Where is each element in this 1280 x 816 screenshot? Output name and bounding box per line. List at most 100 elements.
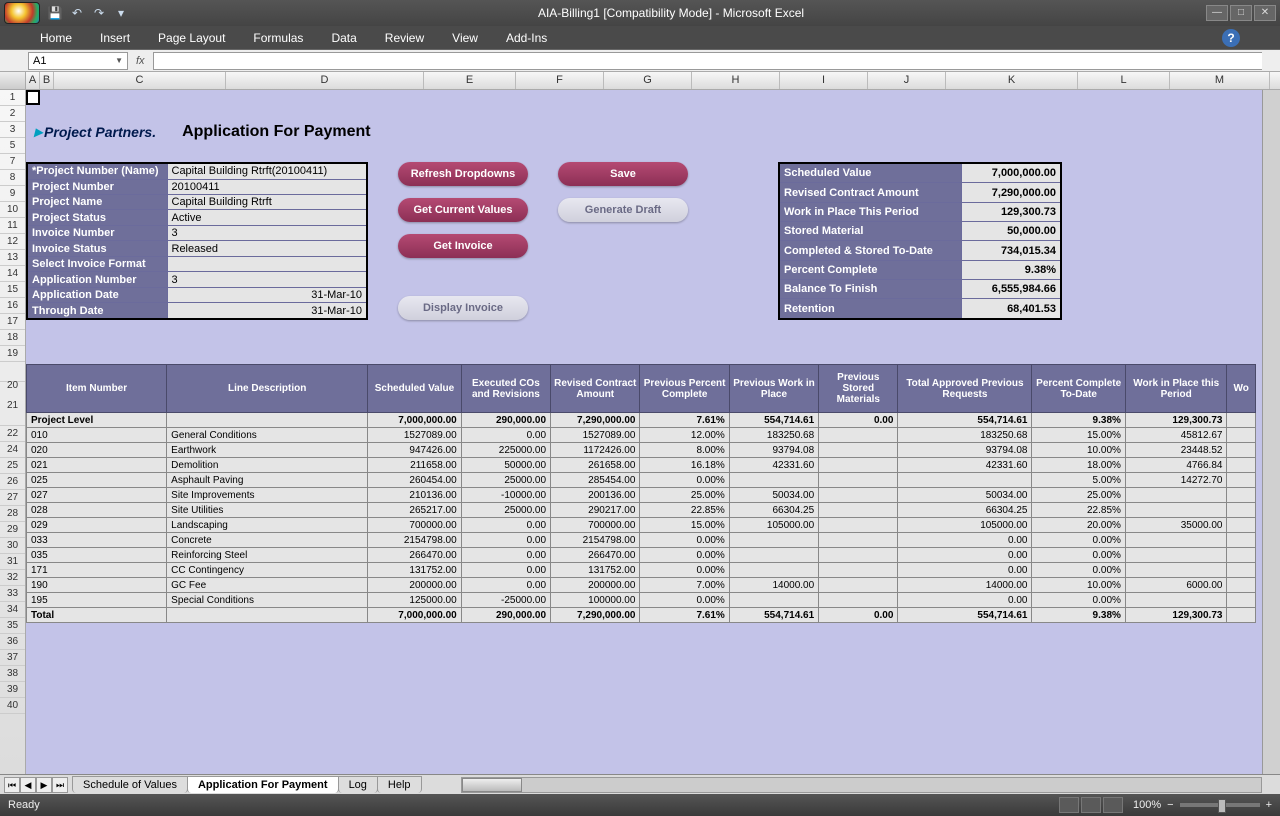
table-cell[interactable]: 105000.00 <box>898 518 1032 533</box>
column-header[interactable]: G <box>604 72 692 89</box>
table-cell[interactable]: 23448.52 <box>1125 443 1227 458</box>
table-cell[interactable]: 200136.00 <box>551 488 640 503</box>
row-header[interactable]: 21 <box>0 382 25 426</box>
table-cell[interactable]: 16.18% <box>640 458 729 473</box>
row-header[interactable]: 24 <box>0 442 25 458</box>
table-cell[interactable]: 129,300.73 <box>1125 608 1227 623</box>
field-value[interactable]: Active <box>167 210 367 225</box>
table-cell[interactable]: 0.00 <box>461 428 550 443</box>
table-cell[interactable]: 66304.25 <box>898 503 1032 518</box>
table-cell[interactable]: 210136.00 <box>368 488 461 503</box>
column-header[interactable]: A <box>26 72 40 89</box>
table-cell[interactable]: 131752.00 <box>551 563 640 578</box>
table-cell[interactable]: 010 <box>27 428 167 443</box>
table-cell[interactable]: 2154798.00 <box>551 533 640 548</box>
save-icon[interactable]: 💾 <box>46 4 64 22</box>
table-cell[interactable]: 0.00% <box>640 548 729 563</box>
column-header[interactable]: F <box>516 72 604 89</box>
table-cell[interactable]: 6000.00 <box>1125 578 1227 593</box>
column-header[interactable]: D <box>226 72 424 89</box>
table-cell[interactable] <box>729 563 818 578</box>
table-cell[interactable]: 0.00 <box>461 548 550 563</box>
table-cell[interactable] <box>729 593 818 608</box>
field-value[interactable]: 3 <box>167 272 367 287</box>
row-header[interactable]: 3 <box>0 122 25 138</box>
table-cell[interactable]: -25000.00 <box>461 593 550 608</box>
row-header[interactable]: 14 <box>0 266 25 282</box>
fx-icon[interactable]: fx <box>136 55 145 67</box>
field-value[interactable]: 31-Mar-10 <box>167 287 367 302</box>
row-header[interactable]: 30 <box>0 538 25 554</box>
table-cell[interactable] <box>819 518 898 533</box>
field-value[interactable]: 31-Mar-10 <box>167 303 367 319</box>
field-value[interactable]: Released <box>167 241 367 256</box>
normal-view-icon[interactable] <box>1059 797 1079 813</box>
table-cell[interactable]: 700000.00 <box>368 518 461 533</box>
formula-bar[interactable] <box>153 52 1262 70</box>
table-cell[interactable]: 266470.00 <box>551 548 640 563</box>
table-cell[interactable]: 0.00% <box>640 593 729 608</box>
table-cell[interactable]: 211658.00 <box>368 458 461 473</box>
table-cell[interactable]: 105000.00 <box>729 518 818 533</box>
table-cell[interactable]: 261658.00 <box>551 458 640 473</box>
get-current-values-button[interactable]: Get Current Values <box>398 198 528 222</box>
field-value[interactable]: 20100411 <box>167 179 367 194</box>
table-cell[interactable] <box>819 503 898 518</box>
table-cell[interactable]: Demolition <box>167 458 368 473</box>
table-cell[interactable]: Site Utilities <box>167 503 368 518</box>
table-cell[interactable]: 22.85% <box>1032 503 1125 518</box>
table-cell[interactable]: 0.00% <box>1032 548 1125 563</box>
column-header[interactable]: E <box>424 72 516 89</box>
close-button[interactable]: ✕ <box>1254 5 1276 21</box>
zoom-in-icon[interactable]: + <box>1266 799 1272 811</box>
table-cell[interactable]: 93794.08 <box>898 443 1032 458</box>
table-cell[interactable]: 1527089.00 <box>368 428 461 443</box>
table-cell[interactable] <box>1125 563 1227 578</box>
tab-page-layout[interactable]: Page Layout <box>158 31 225 45</box>
row-header[interactable]: 36 <box>0 634 25 650</box>
table-cell[interactable]: 035 <box>27 548 167 563</box>
table-cell[interactable]: 20.00% <box>1032 518 1125 533</box>
maximize-button[interactable]: □ <box>1230 5 1252 21</box>
table-cell[interactable]: General Conditions <box>167 428 368 443</box>
table-cell[interactable]: Special Conditions <box>167 593 368 608</box>
row-header[interactable]: 35 <box>0 618 25 634</box>
table-cell[interactable]: 93794.08 <box>729 443 818 458</box>
name-box[interactable]: A1 ▼ <box>28 52 128 70</box>
page-break-view-icon[interactable] <box>1103 797 1123 813</box>
table-cell[interactable]: 4766.84 <box>1125 458 1227 473</box>
table-cell[interactable] <box>819 563 898 578</box>
column-header[interactable]: J <box>868 72 946 89</box>
row-header[interactable]: 1 <box>0 90 25 106</box>
table-cell[interactable]: 554,714.61 <box>898 608 1032 623</box>
table-cell[interactable]: 025 <box>27 473 167 488</box>
table-cell[interactable]: 7.00% <box>640 578 729 593</box>
table-cell[interactable]: 5.00% <box>1032 473 1125 488</box>
get-invoice-button[interactable]: Get Invoice <box>398 234 528 258</box>
table-cell[interactable]: 42331.60 <box>729 458 818 473</box>
table-cell[interactable]: 0.00 <box>461 518 550 533</box>
table-cell[interactable]: 0.00% <box>640 473 729 488</box>
table-cell[interactable]: 027 <box>27 488 167 503</box>
table-cell[interactable]: 8.00% <box>640 443 729 458</box>
table-cell[interactable] <box>729 533 818 548</box>
row-header[interactable]: 12 <box>0 234 25 250</box>
sheet-tab-application-for-payment[interactable]: Application For Payment <box>187 776 339 793</box>
tab-view[interactable]: View <box>452 31 478 45</box>
row-header[interactable]: 16 <box>0 298 25 314</box>
tab-formulas[interactable]: Formulas <box>253 31 303 45</box>
tab-review[interactable]: Review <box>385 31 424 45</box>
vertical-scrollbar[interactable] <box>1262 90 1280 774</box>
tab-home[interactable]: Home <box>40 31 72 45</box>
undo-icon[interactable]: ↶ <box>68 4 86 22</box>
table-cell[interactable]: 190 <box>27 578 167 593</box>
column-header[interactable]: I <box>780 72 868 89</box>
page-layout-view-icon[interactable] <box>1081 797 1101 813</box>
table-cell[interactable]: 1527089.00 <box>551 428 640 443</box>
row-header[interactable]: 34 <box>0 602 25 618</box>
table-cell[interactable]: 14000.00 <box>729 578 818 593</box>
table-cell[interactable]: 15.00% <box>1032 428 1125 443</box>
table-cell[interactable]: 225000.00 <box>461 443 550 458</box>
tab-data[interactable]: Data <box>331 31 356 45</box>
table-cell[interactable]: 10.00% <box>1032 578 1125 593</box>
